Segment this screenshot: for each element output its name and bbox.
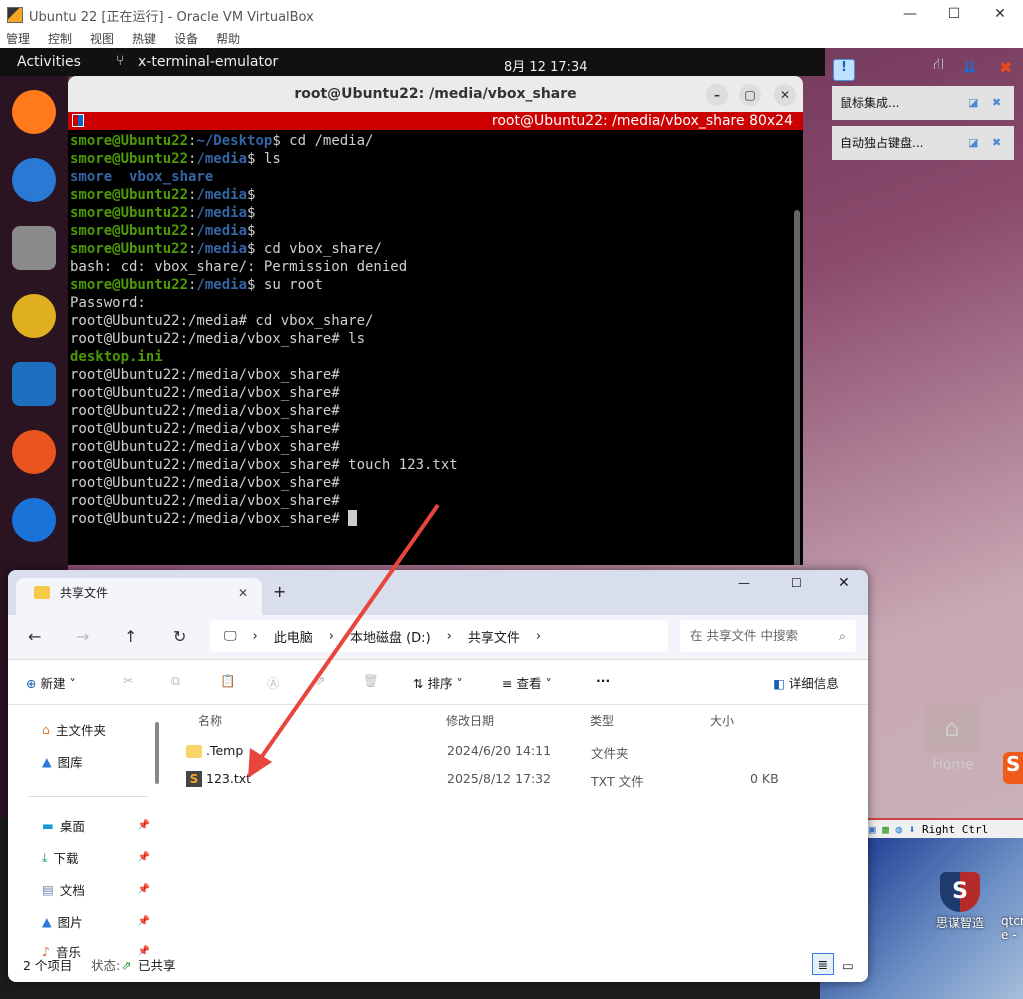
arrow-shaft (256, 503, 440, 764)
annotation-arrow (248, 503, 440, 778)
arrow-head (248, 748, 272, 778)
